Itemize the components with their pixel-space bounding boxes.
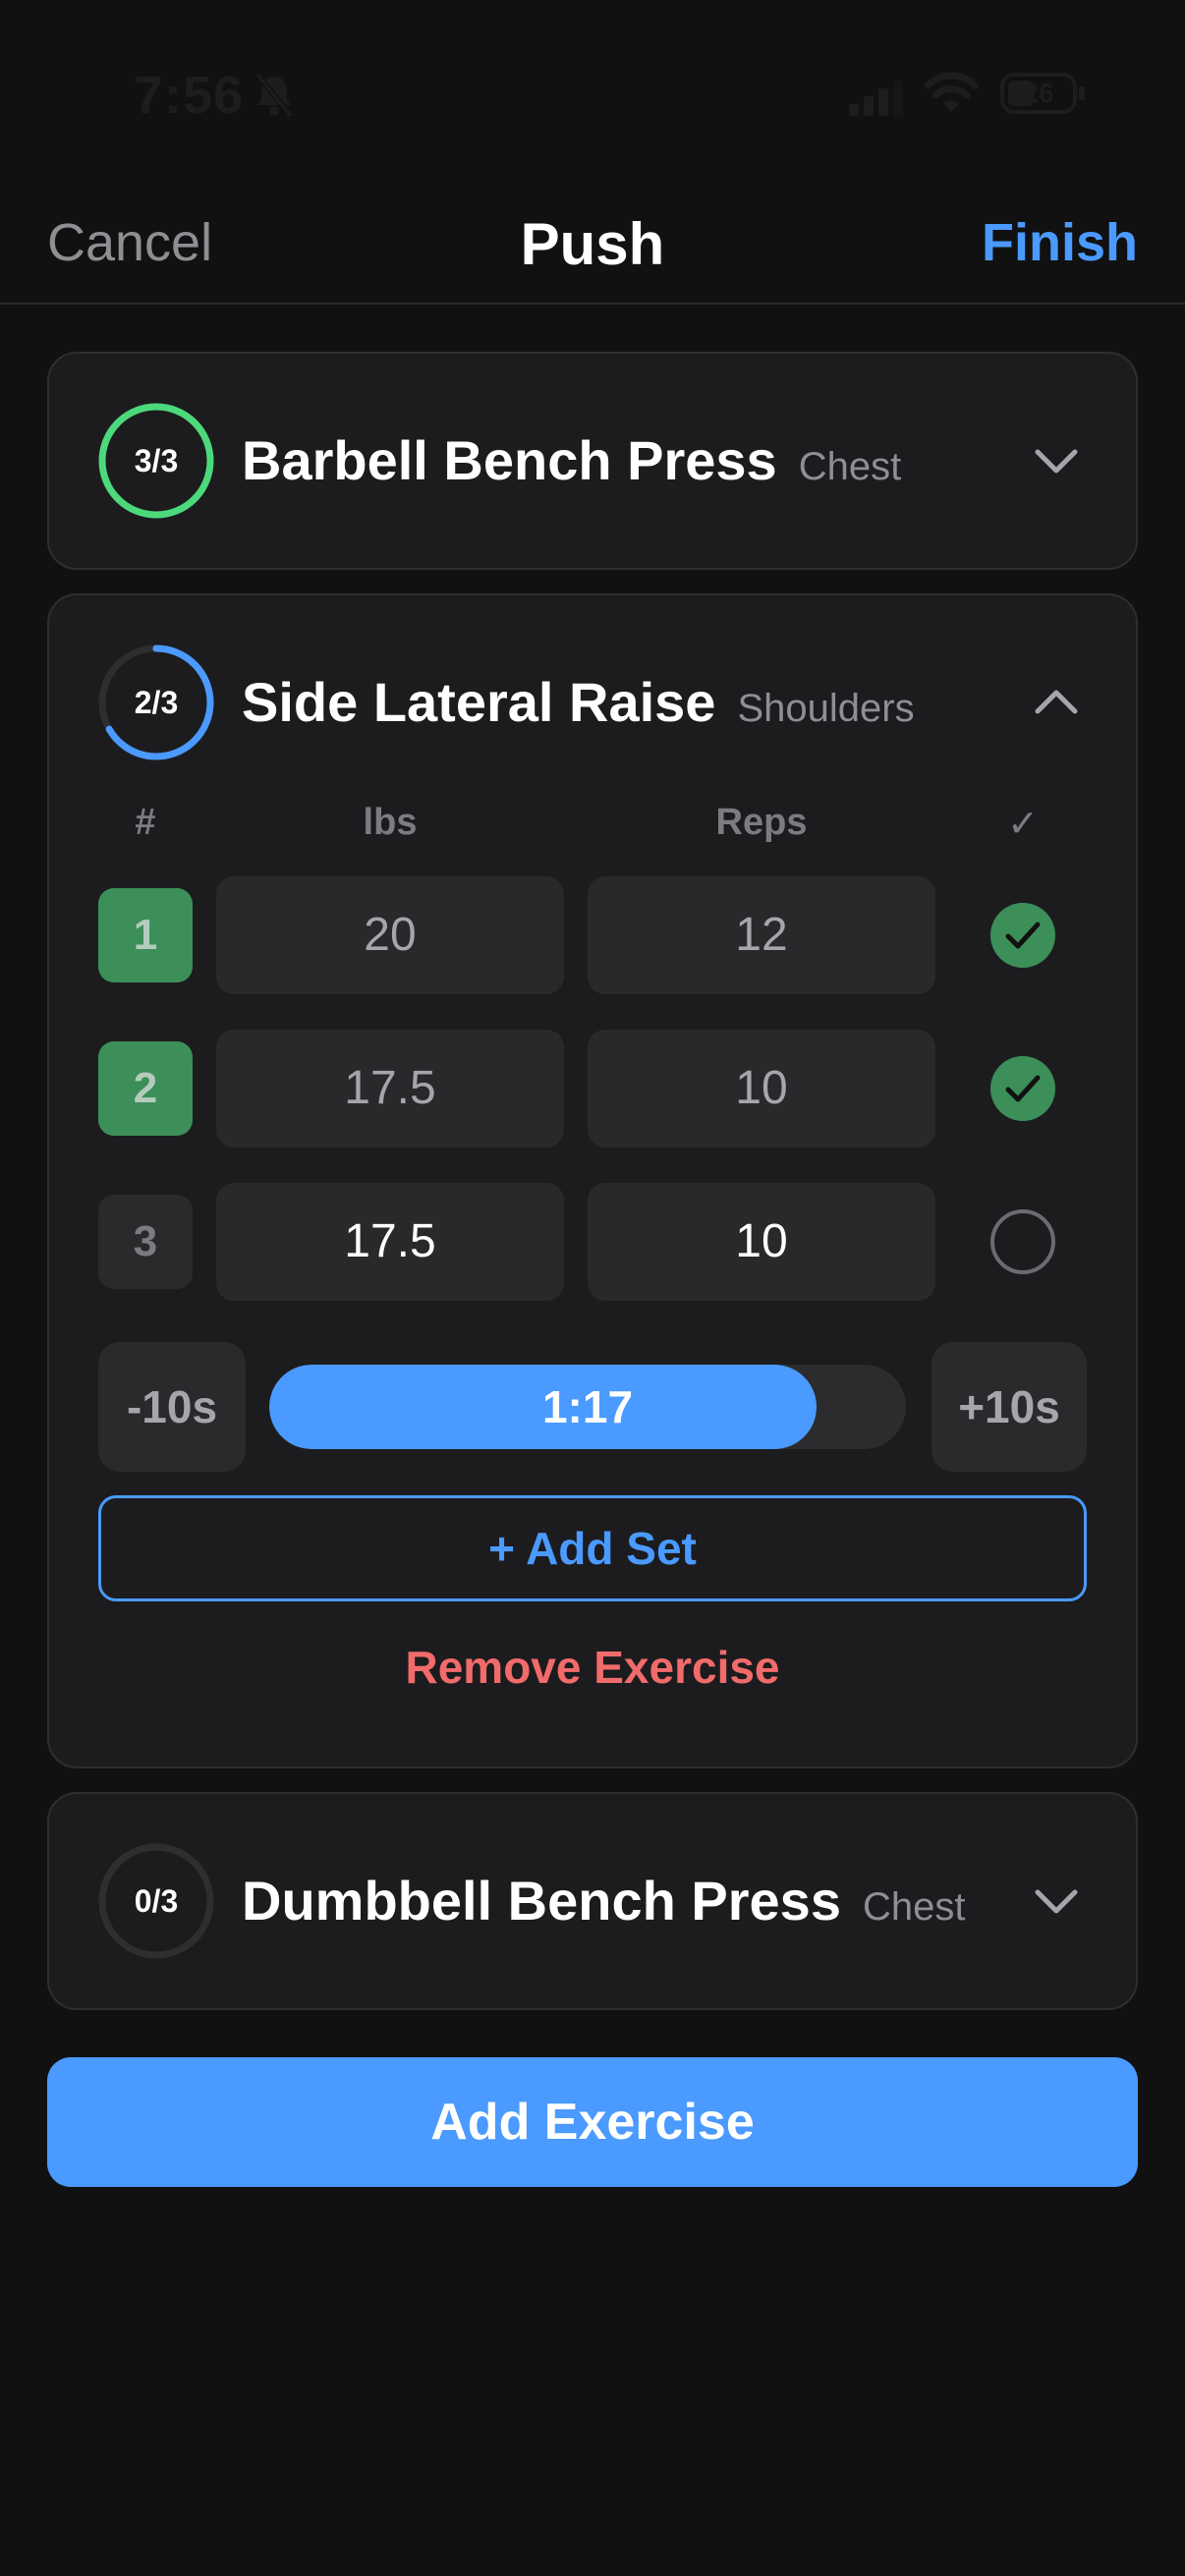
set-complete-checkbox[interactable] xyxy=(990,1056,1055,1121)
finish-button[interactable]: Finish xyxy=(982,212,1138,273)
exercise-name: Dumbbell Bench Press xyxy=(242,1870,841,1932)
exercise-card-side-lateral-raise: 2/3 Side Lateral Raise Shoulders # lbs Re… xyxy=(47,593,1138,1768)
add-set-button[interactable]: + Add Set xyxy=(98,1495,1087,1601)
rest-timer-track xyxy=(269,1365,906,1449)
remove-exercise-button[interactable]: Remove Exercise xyxy=(49,1641,1136,1694)
muscle-group: Chest xyxy=(798,445,902,488)
set-complete-checkbox[interactable] xyxy=(990,1209,1055,1274)
battery-icon: 26 xyxy=(1000,73,1077,114)
set-progress-label: 2/3 xyxy=(134,685,179,720)
exercise-header[interactable]: 2/3 Side Lateral Raise Shoulders xyxy=(49,595,1136,810)
timer-minus-10s-button[interactable]: -10s xyxy=(98,1342,246,1472)
set-number: 1 xyxy=(98,888,193,982)
exercise-header[interactable]: 0/3 Dumbbell Bench Press Chest xyxy=(49,1794,1136,2008)
set-number: 3 xyxy=(98,1195,193,1289)
weight-input[interactable]: 17.5 xyxy=(216,1030,564,1148)
exercise-card-barbell-bench-press: 3/3 Barbell Bench Press Chest xyxy=(47,352,1138,570)
chevron-up-icon[interactable] xyxy=(1032,678,1081,727)
column-set-number: # xyxy=(135,802,156,843)
bell-muted-icon xyxy=(254,73,294,118)
set-progress-label: 0/3 xyxy=(134,1883,179,1919)
weight-input[interactable]: 20 xyxy=(216,876,564,994)
exercise-name: Barbell Bench Press xyxy=(242,429,777,491)
weight-input[interactable]: 17.5 xyxy=(216,1183,564,1301)
cancel-button[interactable]: Cancel xyxy=(47,212,212,273)
set-progress-label: 3/3 xyxy=(134,443,179,478)
column-reps: Reps xyxy=(715,802,808,843)
reps-input[interactable]: 10 xyxy=(588,1183,935,1301)
status-bar: 7:56 26 xyxy=(0,0,1185,196)
battery-level: 26 xyxy=(1023,78,1054,108)
exercise-header[interactable]: 3/3 Barbell Bench Press Chest xyxy=(49,354,1136,568)
column-done-checkmark-icon: ✓ xyxy=(1007,804,1039,845)
muscle-group: Chest xyxy=(862,1885,966,1929)
add-exercise-button[interactable]: Add Exercise xyxy=(47,2057,1138,2187)
set-number: 2 xyxy=(98,1041,193,1136)
wifi-icon xyxy=(924,73,979,112)
exercise-card-dumbbell-bench-press: 0/3 Dumbbell Bench Press Chest xyxy=(47,1792,1138,2010)
column-weight: lbs xyxy=(363,802,418,843)
reps-input[interactable]: 12 xyxy=(588,876,935,994)
reps-input[interactable]: 10 xyxy=(588,1030,935,1148)
rest-timer-fill xyxy=(269,1365,818,1449)
exercise-name: Side Lateral Raise xyxy=(242,671,716,733)
status-time: 7:56 xyxy=(134,66,245,125)
muscle-group: Shoulders xyxy=(737,687,915,730)
chevron-down-icon[interactable] xyxy=(1032,1876,1081,1926)
chevron-down-icon[interactable] xyxy=(1032,436,1081,485)
navigation-bar: Cancel Push Finish xyxy=(0,196,1185,305)
set-complete-checkbox[interactable] xyxy=(990,903,1055,968)
timer-plus-10s-button[interactable]: +10s xyxy=(931,1342,1087,1472)
set-table-header: # lbs Reps ✓ xyxy=(49,802,1136,851)
cellular-signal-icon xyxy=(849,81,903,116)
